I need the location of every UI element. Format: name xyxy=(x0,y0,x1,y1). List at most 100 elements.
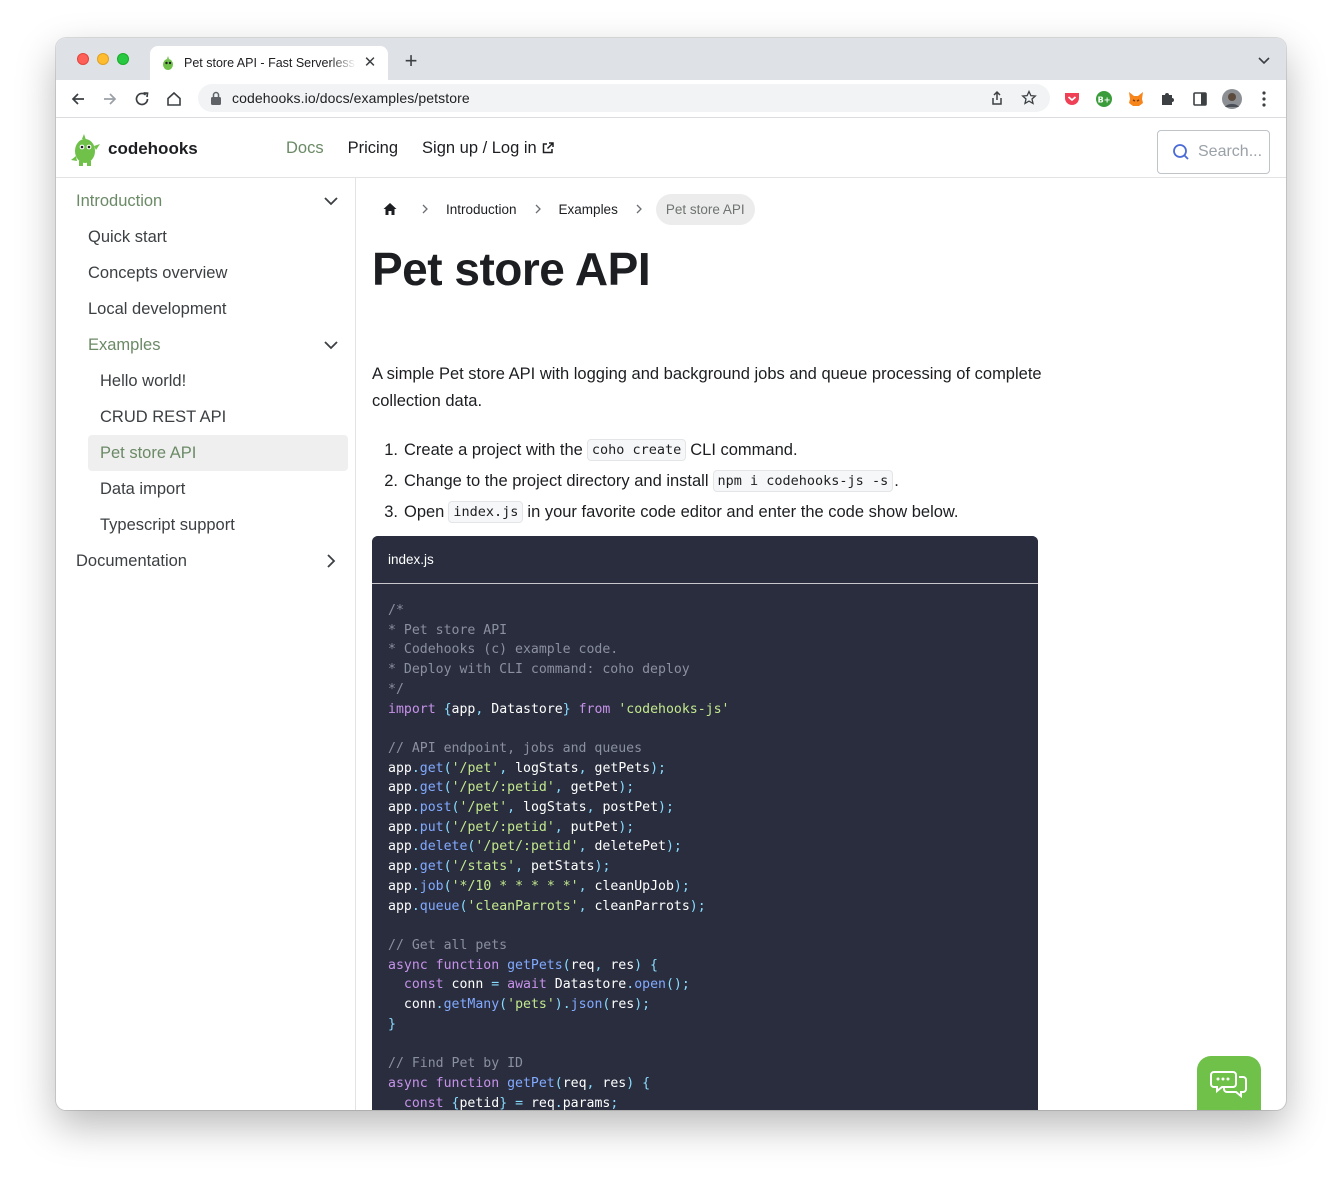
sidebar-item-crud-rest-api[interactable]: CRUD REST API xyxy=(88,399,348,435)
sidebar-item-examples[interactable]: Examples xyxy=(80,327,347,363)
code-token: deletePet xyxy=(594,839,666,855)
sidebar-item-label: Introduction xyxy=(76,191,163,210)
code-token: getMany xyxy=(443,997,500,1013)
code-token: , xyxy=(594,957,611,973)
code-line: app.queue('cleanParrots', cleanParrots); xyxy=(388,897,1022,917)
code-token: * Pet store API xyxy=(388,622,508,638)
tab-title: Pet store API - Fast Serverless Backend xyxy=(184,56,356,70)
bookmark-star-icon[interactable] xyxy=(1020,89,1038,107)
code-token: app xyxy=(451,701,476,717)
step-number: 1. xyxy=(384,440,398,459)
grammar-extension-icon[interactable]: B+ xyxy=(1094,89,1114,109)
chevron-down-icon[interactable] xyxy=(321,191,341,211)
close-tab-icon[interactable]: ✕ xyxy=(362,55,378,71)
sidebar-item-pet-store-api[interactable]: Pet store API xyxy=(88,435,348,471)
nav-link-signup-label: Sign up / Log in xyxy=(422,138,537,157)
new-tab-button[interactable]: + xyxy=(400,50,422,72)
close-window-button[interactable] xyxy=(77,53,89,65)
address-bar[interactable]: codehooks.io/docs/examples/petstore xyxy=(198,84,1050,112)
breadcrumb-separator xyxy=(521,204,555,214)
sidebar-item-label: Examples xyxy=(88,335,161,354)
code-line: import {app, Datastore} from 'codehooks-… xyxy=(388,700,1022,720)
code-token: ( xyxy=(554,1075,563,1091)
code-token: job xyxy=(419,878,444,894)
home-icon[interactable] xyxy=(164,89,184,109)
code-line: * Codehooks (c) example code. xyxy=(388,640,1022,660)
breadcrumb-introduction[interactable]: Introduction xyxy=(442,202,521,217)
sidebar-item-data-import[interactable]: Data import xyxy=(88,471,348,507)
code-line: const conn = await Datastore.open(); xyxy=(388,975,1022,995)
code-token: app xyxy=(388,878,412,894)
chat-support-button[interactable] xyxy=(1197,1056,1261,1110)
sidebar-item-typescript-support[interactable]: Typescript support xyxy=(88,507,348,543)
step-number: 2. xyxy=(384,471,398,490)
sidebar-item-introduction[interactable]: Introduction xyxy=(68,183,347,219)
sidebar-item-concepts-overview[interactable]: Concepts overview xyxy=(80,255,347,291)
step-text: CLI command. xyxy=(690,440,798,459)
code-token: app xyxy=(388,760,412,776)
nav-link-pricing[interactable]: Pricing xyxy=(348,139,398,158)
brand-home-link[interactable]: codehooks xyxy=(70,132,198,166)
search-box[interactable] xyxy=(1157,130,1270,174)
sidebar-item-quick-start[interactable]: Quick start xyxy=(80,219,347,255)
back-icon[interactable] xyxy=(68,89,88,109)
code-token: 'cleanParrots' xyxy=(467,898,579,914)
tab-strip: Pet store API - Fast Serverless Backend … xyxy=(56,38,1286,80)
code-token: import xyxy=(388,701,444,717)
code-token: } xyxy=(562,701,571,717)
list-item: 2. Change to the project directory and i… xyxy=(372,466,1072,496)
code-token: app xyxy=(388,819,412,835)
reload-icon[interactable] xyxy=(132,89,152,109)
code-token: get xyxy=(419,760,444,776)
nav-link-signup[interactable]: Sign up / Log in xyxy=(422,139,555,158)
sidebar-item-documentation[interactable]: Documentation xyxy=(68,543,347,579)
code-token: . xyxy=(411,859,420,875)
zoom-window-button[interactable] xyxy=(117,53,129,65)
breadcrumb-examples[interactable]: Examples xyxy=(555,202,622,217)
search-input[interactable] xyxy=(1198,143,1268,161)
chevron-right-icon[interactable] xyxy=(321,551,341,571)
code-token: get xyxy=(419,859,444,875)
pocket-extension-icon[interactable] xyxy=(1062,89,1082,109)
breadcrumb-current: Pet store API xyxy=(655,193,755,225)
browser-menu-icon[interactable] xyxy=(1254,89,1274,109)
step-number: 3. xyxy=(384,502,398,521)
code-token: ); xyxy=(594,859,611,875)
code-token: (); xyxy=(665,977,690,993)
sidebar-item-hello-world[interactable]: Hello world! xyxy=(88,363,348,399)
code-token: const xyxy=(403,977,452,993)
code-token: conn xyxy=(451,977,492,993)
code-token: , xyxy=(554,780,571,796)
code-token: } xyxy=(388,1016,396,1032)
nav-link-docs[interactable]: Docs xyxy=(286,139,324,158)
side-panel-icon[interactable] xyxy=(1190,89,1210,109)
extensions-puzzle-icon[interactable] xyxy=(1158,89,1178,109)
code-token: , xyxy=(515,859,531,875)
breadcrumb-home[interactable] xyxy=(372,193,408,225)
url-text: codehooks.io/docs/examples/petstore xyxy=(232,90,470,106)
codehooks-favicon-icon xyxy=(163,56,173,70)
chat-bubbles-icon xyxy=(1210,1071,1247,1099)
sidebar-item-local-development[interactable]: Local development xyxy=(80,291,347,327)
code-token: logStats xyxy=(523,800,587,816)
profile-avatar-icon[interactable] xyxy=(1222,89,1242,109)
page-title: Pet store API xyxy=(372,243,651,295)
code-token: get xyxy=(419,780,444,796)
metamask-fox-icon[interactable] xyxy=(1126,89,1146,109)
code-token: . xyxy=(554,1095,563,1110)
chevron-down-icon[interactable] xyxy=(1256,52,1272,68)
code-token: . xyxy=(411,780,420,796)
forward-icon[interactable] xyxy=(100,89,120,109)
browser-tab-active[interactable]: Pet store API - Fast Serverless Backend … xyxy=(150,46,388,80)
minimize-window-button[interactable] xyxy=(97,53,109,65)
code-line: app.put('/pet/:petid', putPet); xyxy=(388,818,1022,838)
code-block-content[interactable]: /* * Pet store API * Codehooks (c) example… xyxy=(372,584,1038,1110)
chevron-down-icon[interactable] xyxy=(321,335,341,355)
code-token: , xyxy=(586,800,603,816)
share-icon[interactable] xyxy=(988,89,1006,107)
code-token: ); xyxy=(689,898,706,914)
code-line: app.get('/stats', petStats); xyxy=(388,857,1022,877)
